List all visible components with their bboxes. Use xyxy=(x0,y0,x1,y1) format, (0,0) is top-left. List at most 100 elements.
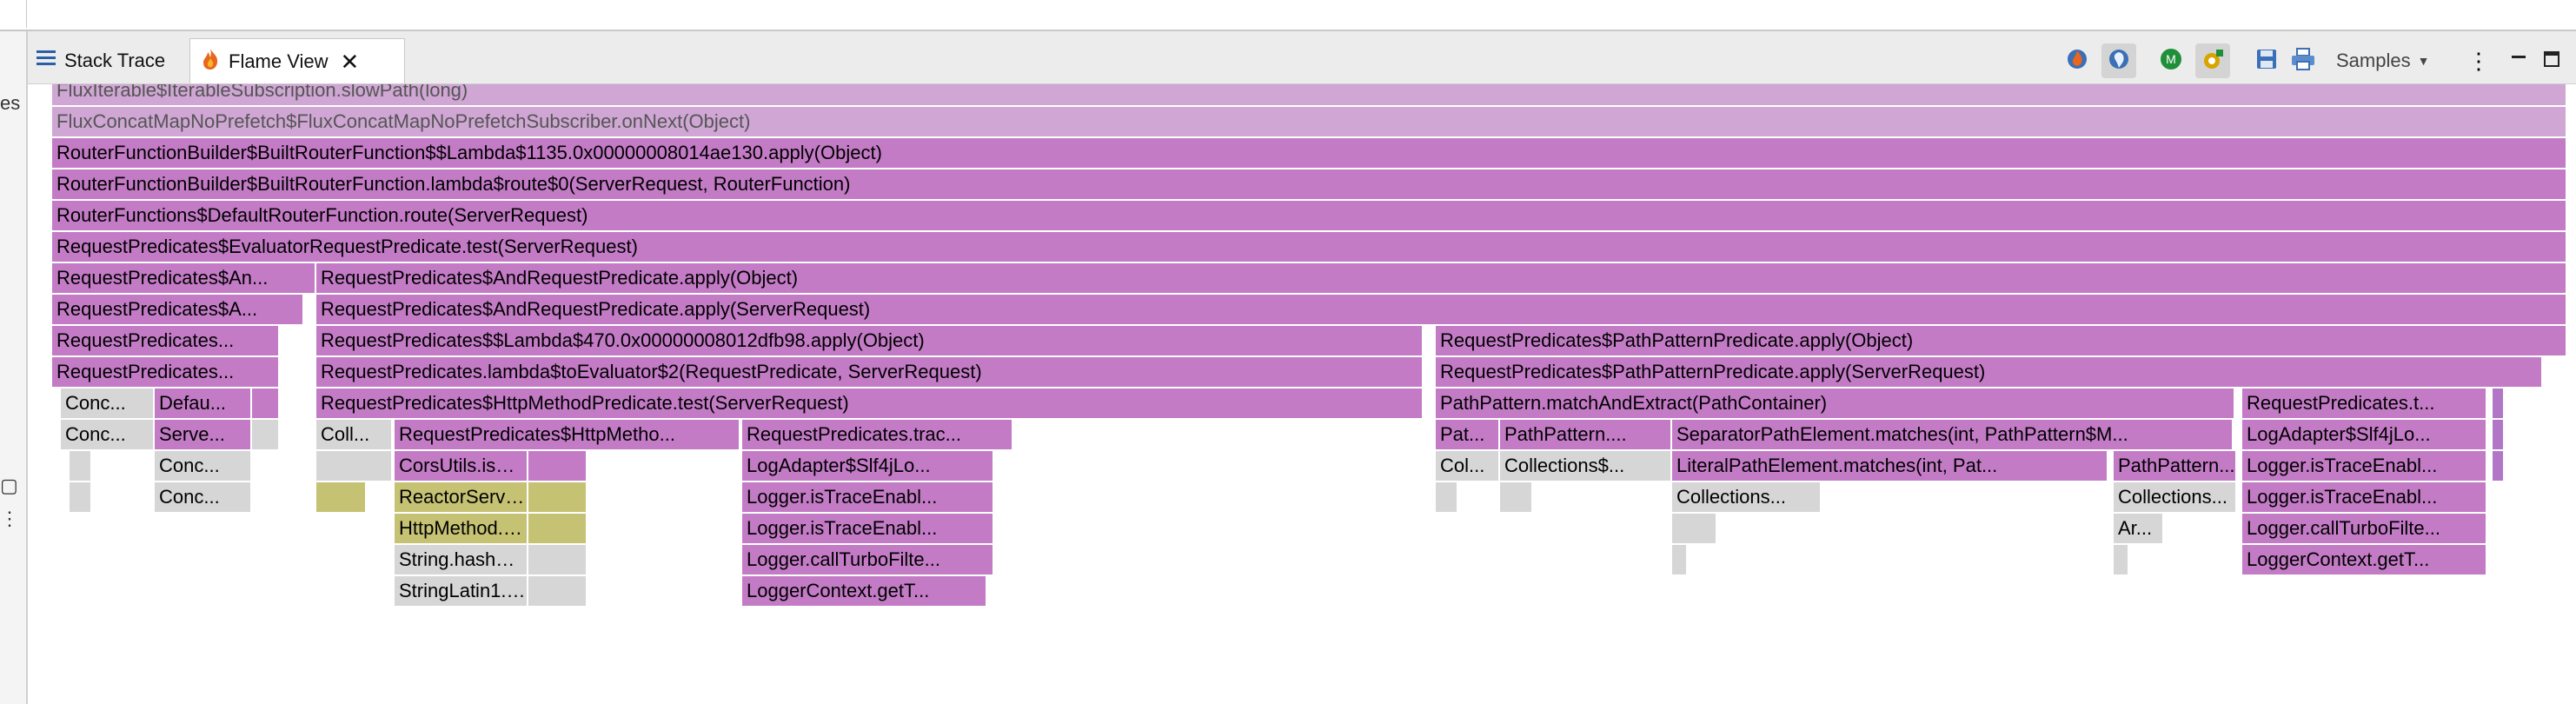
flame-frame[interactable]: RequestPredicates.lambda$toEvaluator$2(R… xyxy=(316,357,1422,387)
flame-frame[interactable] xyxy=(1672,545,1686,574)
samples-label: Samples xyxy=(2336,50,2411,71)
editor-pane[interactable] xyxy=(26,0,2576,28)
flame-frame[interactable]: LogAdapter$Slf4jLo... xyxy=(742,451,993,481)
flame-view-mode-button[interactable] xyxy=(2060,43,2095,78)
flame-frame[interactable]: RouterFunctionBuilder$BuiltRouterFunctio… xyxy=(52,169,2566,199)
flame-frame[interactable]: FluxIterable$IterableSubscription.slowPa… xyxy=(52,84,2566,105)
method-filter-button[interactable]: M xyxy=(2154,43,2188,78)
flame-frame[interactable]: Ar... xyxy=(2114,514,2162,543)
print-button[interactable] xyxy=(2286,43,2320,78)
flame-frame[interactable] xyxy=(528,451,586,481)
flame-icon xyxy=(201,48,220,76)
flame-frame[interactable]: PathPattern.matchAndExtract(PathContaine… xyxy=(1436,389,2234,418)
flame-frame[interactable]: PathPattern.... xyxy=(1500,420,1670,449)
flame-frame[interactable] xyxy=(316,451,391,481)
flame-frame[interactable]: CorsUtils.isPreFlig... xyxy=(395,451,527,481)
save-button[interactable] xyxy=(2249,43,2284,78)
maximize-button[interactable] xyxy=(2534,43,2569,78)
flame-frame[interactable]: LiteralPathElement.matches(int, Pat... xyxy=(1672,451,2107,481)
flame-frame[interactable] xyxy=(2493,420,2503,449)
close-tab-icon[interactable]: ✕ xyxy=(341,50,360,73)
flame-frame[interactable]: Defau... xyxy=(155,389,250,418)
view-tab-bar: Stack Trace Flame View ✕ M Samples ▼ ⋮ xyxy=(28,38,2576,84)
flame-frame[interactable]: RequestPredicates.trac... xyxy=(742,420,1012,449)
flame-frame[interactable]: LoggerContext.getT... xyxy=(742,576,986,606)
tab-stack-trace[interactable]: Stack Trace xyxy=(28,38,188,83)
flame-frame[interactable]: RequestPredicates$A... xyxy=(52,295,302,324)
flame-frame[interactable]: LogAdapter$Slf4jLo... xyxy=(2242,420,2486,449)
flame-frame[interactable]: RequestPredicates$AndRequestPredicate.ap… xyxy=(316,295,2566,324)
flame-frame[interactable] xyxy=(1436,482,1457,512)
flame-frame[interactable]: HttpMethod.value... xyxy=(395,514,527,543)
flame-frame[interactable]: RouterFunctionBuilder$BuiltRouterFunctio… xyxy=(52,138,2566,168)
flame-frame[interactable] xyxy=(252,420,278,449)
samples-dropdown[interactable]: Samples ▼ xyxy=(2336,38,2429,83)
flame-frame[interactable] xyxy=(2493,451,2503,481)
flame-graph[interactable]: FluxIterable$IterableSubscription.slowPa… xyxy=(28,84,2576,704)
flame-frame[interactable] xyxy=(2493,389,2503,418)
flame-frame[interactable] xyxy=(70,482,90,512)
left-gutter: es ▢ ⋮ xyxy=(0,31,28,704)
flame-frame[interactable]: String.hashCode() xyxy=(395,545,527,574)
svg-text:M: M xyxy=(2166,52,2176,66)
flame-frame[interactable]: Logger.callTurboFilte... xyxy=(742,545,993,574)
flame-frame[interactable]: Logger.isTraceEnabl... xyxy=(2242,451,2486,481)
vertical-dots-icon: ⋮ xyxy=(2467,47,2490,74)
flame-frame[interactable]: RequestPredicates... xyxy=(52,357,278,387)
tab-stack-trace-label: Stack Trace xyxy=(64,50,166,71)
flame-frame[interactable]: StringLatin1.hash... xyxy=(395,576,527,606)
tab-flame-view-label: Flame View xyxy=(229,50,329,72)
flame-frame[interactable]: Conc... xyxy=(61,420,153,449)
flame-frame[interactable]: RequestPredicates$HttpMethodPredicate.te… xyxy=(316,389,1422,418)
flame-frame[interactable]: ReactorServerHtt... xyxy=(395,482,527,512)
flame-frame[interactable]: PathPattern... xyxy=(2114,451,2235,481)
list-icon xyxy=(37,50,56,72)
icicle-view-mode-icon xyxy=(2106,46,2132,76)
flame-frame[interactable]: Pat... xyxy=(1436,420,1498,449)
flame-frame[interactable] xyxy=(528,545,586,574)
flame-frame[interactable]: Collections$... xyxy=(1500,451,1670,481)
flame-frame[interactable]: Col... xyxy=(1436,451,1498,481)
flame-frame[interactable] xyxy=(316,482,365,512)
flame-frame[interactable]: SeparatorPathElement.matches(int, PathPa… xyxy=(1672,420,2232,449)
flame-frame[interactable] xyxy=(528,514,586,543)
flame-frame[interactable]: Coll... xyxy=(316,420,391,449)
flame-frame[interactable]: Logger.isTraceEnabl... xyxy=(742,482,993,512)
view-menu-button[interactable]: ⋮ xyxy=(2461,43,2496,78)
threads-filter-button[interactable] xyxy=(2195,43,2230,78)
flame-frame[interactable]: Logger.isTraceEnabl... xyxy=(742,514,993,543)
flame-frame[interactable]: Conc... xyxy=(155,482,250,512)
flame-frame[interactable]: Conc... xyxy=(61,389,153,418)
flame-frame[interactable]: RequestPredicates$An... xyxy=(52,263,315,293)
flame-frame[interactable] xyxy=(1672,514,1716,543)
flame-frame[interactable]: RouterFunctions$DefaultRouterFunction.ro… xyxy=(52,201,2566,230)
flame-frame[interactable]: Collections... xyxy=(2114,482,2235,512)
flame-frame[interactable] xyxy=(252,389,278,418)
flame-frame[interactable] xyxy=(2114,545,2128,574)
flame-frame[interactable]: RequestPredicates$HttpMetho... xyxy=(395,420,739,449)
flame-frame[interactable]: RequestPredicates$EvaluatorRequestPredic… xyxy=(52,232,2566,262)
icicle-view-mode-button[interactable] xyxy=(2101,43,2136,78)
flame-frame[interactable]: RequestPredicates$AndRequestPredicate.ap… xyxy=(316,263,2566,293)
flame-frame[interactable] xyxy=(528,576,586,606)
flame-frame[interactable]: Collections... xyxy=(1672,482,1820,512)
maximize-icon xyxy=(2542,50,2561,73)
flame-frame[interactable]: Conc... xyxy=(155,451,250,481)
flame-frame[interactable]: RequestPredicates$PathPatternPredicate.a… xyxy=(1436,357,2541,387)
flame-frame[interactable]: Serve... xyxy=(155,420,250,449)
flame-frame[interactable]: LoggerContext.getT... xyxy=(2242,545,2486,574)
flame-frame[interactable] xyxy=(1500,482,1531,512)
flame-frame[interactable]: Logger.callTurboFilte... xyxy=(2242,514,2486,543)
flame-frame[interactable]: Logger.isTraceEnabl... xyxy=(2242,482,2486,512)
flame-frame[interactable]: FluxConcatMapNoPrefetch$FluxConcatMapNoP… xyxy=(52,107,2566,136)
tab-flame-view[interactable]: Flame View ✕ xyxy=(189,38,405,83)
flame-frame[interactable]: RequestPredicates... xyxy=(52,326,278,355)
left-gutter-text: es xyxy=(0,92,21,114)
flame-frame[interactable]: RequestPredicates$PathPatternPredicate.a… xyxy=(1436,326,2566,355)
flame-frame[interactable] xyxy=(528,482,586,512)
flame-frame[interactable] xyxy=(70,451,90,481)
method-filter-icon: M xyxy=(2158,46,2184,76)
flame-frame[interactable]: RequestPredicates.t... xyxy=(2242,389,2486,418)
flame-frame[interactable]: RequestPredicates$$Lambda$470.0x00000008… xyxy=(316,326,1422,355)
minimize-button[interactable] xyxy=(2501,43,2536,78)
